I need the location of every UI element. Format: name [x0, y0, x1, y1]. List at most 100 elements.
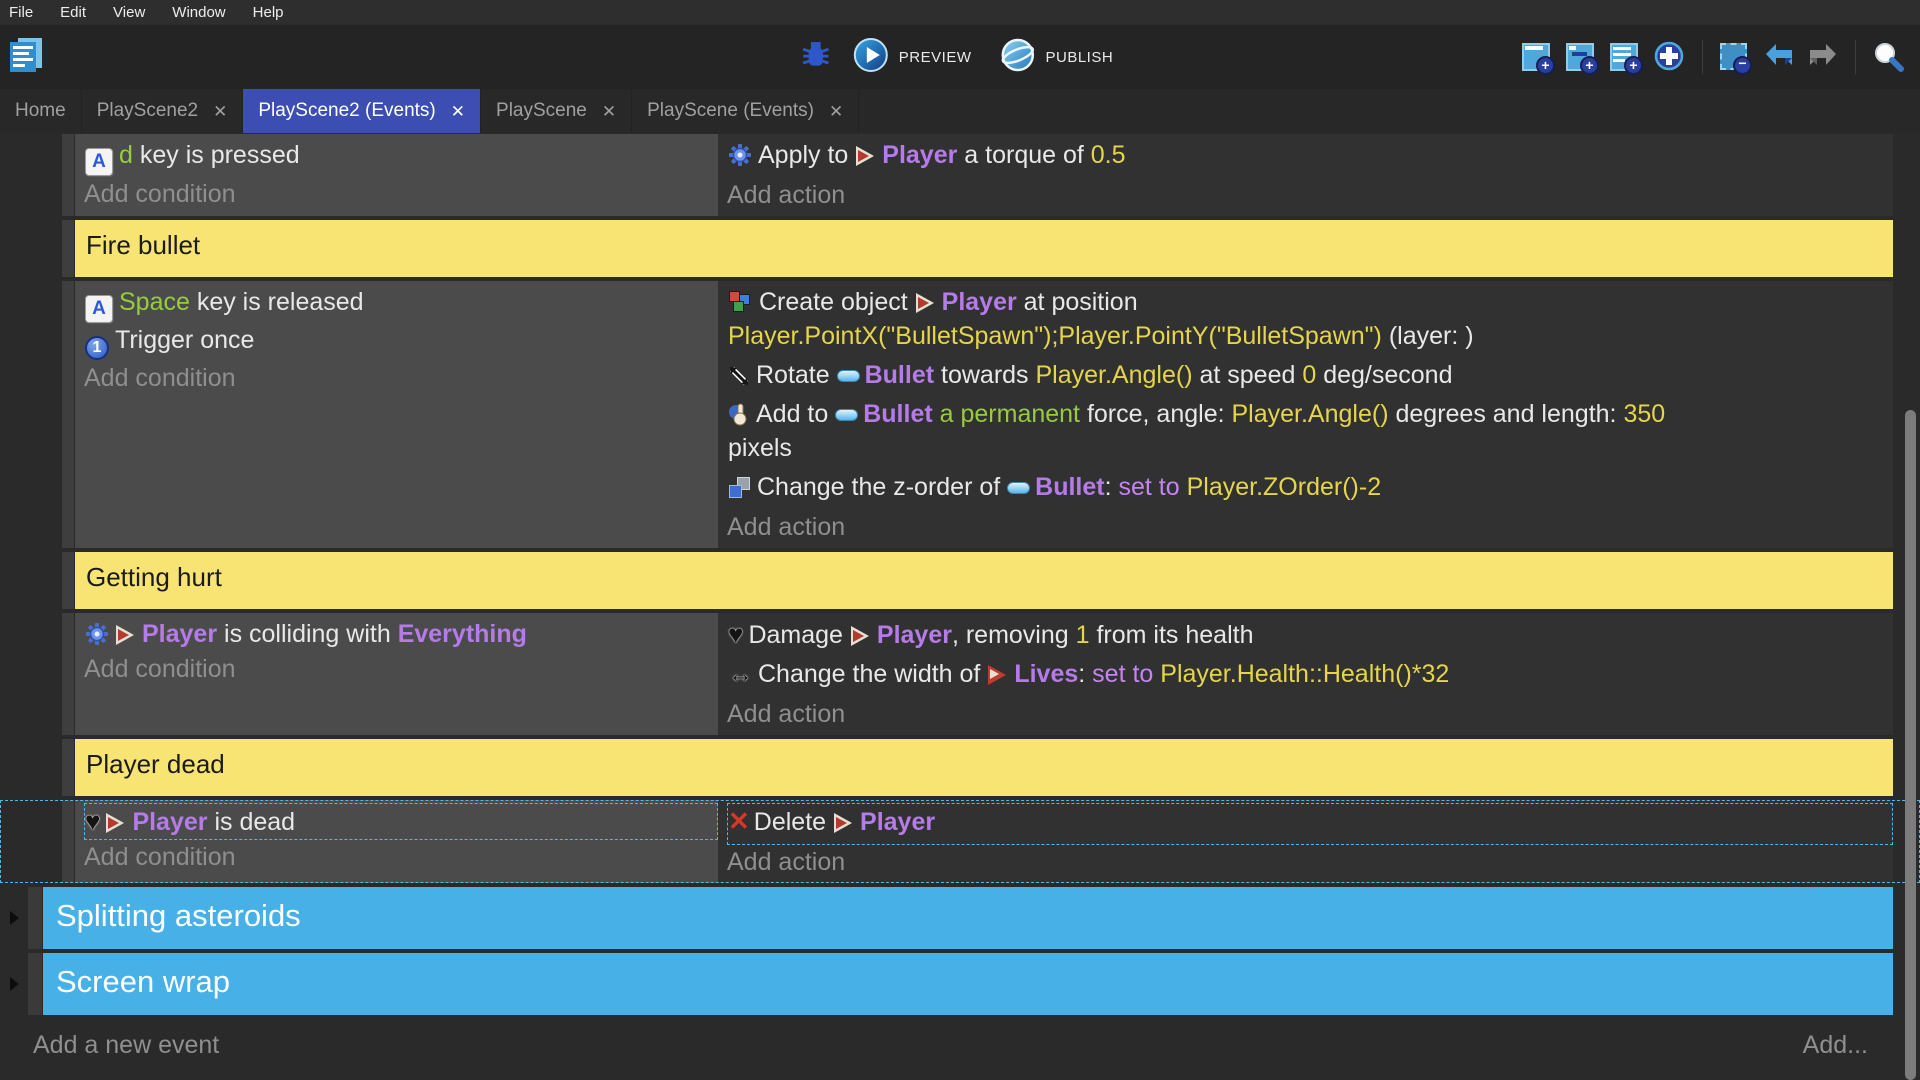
menu-file[interactable]: File — [9, 4, 33, 21]
action-line[interactable]: Add to Bullet a permanent force, angle: … — [728, 397, 1892, 431]
action-line[interactable]: Create object Player at position — [728, 285, 1892, 319]
group-event[interactable]: Screen wrap — [43, 953, 1893, 1015]
add-more-button[interactable] — [1654, 41, 1686, 73]
action-line[interactable]: ↔Change the width of Lives: set to Playe… — [728, 657, 1892, 691]
vertical-scrollbar-thumb[interactable] — [1905, 410, 1916, 1080]
search-icon — [1872, 60, 1904, 77]
comment-event[interactable]: Player dead — [75, 739, 1893, 796]
event-handle — [62, 800, 74, 883]
physics-gear-icon — [85, 622, 109, 646]
toolbar-separator — [1702, 40, 1703, 74]
event-handle — [28, 953, 42, 1015]
player-object-icon — [915, 292, 936, 314]
sheet-footer: Add a new event Add... — [0, 1019, 1920, 1060]
event-row: ASpace key is released1Trigger once Add … — [0, 281, 1920, 548]
condition-line[interactable]: ♥Player is dead — [85, 804, 717, 839]
close-icon[interactable]: ✕ — [451, 103, 465, 120]
event-handle — [62, 134, 74, 216]
menu-view[interactable]: View — [113, 4, 145, 21]
event-row: Player is colliding with Everything Add … — [0, 613, 1920, 735]
tab-label: PlayScene2 — [97, 100, 198, 122]
menu-help[interactable]: Help — [253, 4, 284, 21]
bullet-object-icon — [835, 409, 858, 421]
redo-button[interactable] — [1807, 41, 1839, 73]
trigger-once-icon: 1 — [85, 336, 109, 360]
comment-event[interactable]: Fire bullet — [75, 220, 1893, 277]
bullet-object-icon — [837, 370, 860, 382]
comment-row: Fire bullet — [0, 220, 1920, 277]
add-subevent-button[interactable]: + — [1566, 41, 1598, 73]
rotate-icon — [728, 365, 750, 387]
group-expand-arrow[interactable] — [10, 977, 19, 991]
action-line[interactable]: ♥Damage Player, removing 1 from its heal… — [728, 617, 1892, 652]
z-order-icon — [728, 476, 751, 499]
player-object-icon — [850, 625, 871, 647]
menu-window[interactable]: Window — [172, 4, 225, 21]
undo-icon — [1763, 60, 1795, 77]
publish-globe-icon — [999, 37, 1035, 77]
lives-object-icon — [987, 664, 1008, 686]
publish-button[interactable]: PUBLISH — [993, 36, 1119, 78]
actions-cell: ♥Damage Player, removing 1 from its heal… — [718, 613, 1893, 735]
tab-bar: Home PlayScene2 ✕ PlayScene2 (Events) ✕ … — [0, 89, 1920, 133]
comment-row: Player dead — [0, 739, 1920, 796]
search-button[interactable] — [1872, 41, 1904, 73]
event-handle — [28, 887, 42, 949]
tab-playscene2[interactable]: PlayScene2 ✕ — [82, 89, 244, 133]
event-row: Ad key is pressed Add condition Apply to… — [0, 134, 1920, 216]
close-icon[interactable]: ✕ — [213, 103, 227, 120]
tab-playscene-events[interactable]: PlayScene (Events) ✕ — [632, 89, 859, 133]
add-event-button[interactable]: + — [1522, 41, 1554, 73]
delete-cross-icon: ✕ — [728, 806, 750, 836]
add-comment-button[interactable]: + — [1610, 41, 1642, 73]
add-condition-link[interactable]: Add condition — [84, 840, 718, 874]
gdevelop-window: File Edit View Window Help — [0, 0, 1920, 1080]
add-new-event-link[interactable]: Add a new event — [33, 1031, 219, 1060]
action-line[interactable]: Change the z-order of Bullet: set to Pla… — [728, 470, 1892, 504]
add-condition-link[interactable]: Add condition — [84, 177, 718, 211]
health-heart-icon: ♥ — [728, 619, 743, 649]
tab-playscene2-events[interactable]: PlayScene2 (Events) ✕ — [243, 89, 481, 133]
add-more-link[interactable]: Add... — [1803, 1031, 1868, 1060]
redo-icon — [1807, 60, 1839, 77]
project-manager-icon[interactable] — [6, 35, 46, 80]
preview-button[interactable]: PREVIEW — [847, 36, 978, 78]
add-condition-link[interactable]: Add condition — [84, 652, 718, 686]
group-event[interactable]: Splitting asteroids — [43, 887, 1893, 949]
condition-line[interactable]: 1Trigger once — [85, 323, 717, 360]
tab-home[interactable]: Home — [0, 89, 82, 133]
action-line[interactable]: pixels — [728, 431, 1892, 465]
add-action-link[interactable]: Add action — [727, 178, 1893, 212]
condition-line[interactable]: ASpace key is released — [85, 285, 717, 323]
comment-event[interactable]: Getting hurt — [75, 552, 1893, 609]
conditions-cell: ♥Player is dead Add condition — [75, 800, 718, 883]
preview-play-icon — [853, 37, 889, 77]
group-row: Screen wrap — [0, 953, 1920, 1015]
event-handle — [62, 739, 74, 796]
publish-label: PUBLISH — [1045, 49, 1113, 66]
menu-edit[interactable]: Edit — [60, 4, 86, 21]
close-icon[interactable]: ✕ — [829, 103, 843, 120]
action-line[interactable]: Rotate Bullet towards Player.Angle() at … — [728, 358, 1892, 392]
preview-label: PREVIEW — [899, 49, 972, 66]
toolbar: PREVIEW PUBLISH + + + − — [0, 25, 1920, 89]
condition-line[interactable]: Ad key is pressed — [85, 138, 717, 176]
add-action-link[interactable]: Add action — [727, 510, 1893, 544]
actions-cell: Create object Player at positionPlayer.P… — [718, 281, 1893, 548]
action-line[interactable]: Player.PointX("BulletSpawn");Player.Poin… — [728, 319, 1892, 353]
event-handle — [62, 281, 74, 548]
undo-button[interactable] — [1763, 41, 1795, 73]
condition-line[interactable]: Player is colliding with Everything — [85, 617, 717, 651]
add-action-link[interactable]: Add action — [727, 845, 1893, 879]
delete-selection-button[interactable]: − — [1719, 41, 1751, 73]
add-action-link[interactable]: Add action — [727, 697, 1893, 731]
close-icon[interactable]: ✕ — [602, 103, 616, 120]
action-line[interactable]: Apply to Player a torque of 0.5 — [728, 138, 1892, 172]
tab-label: Home — [15, 100, 66, 122]
group-expand-arrow[interactable] — [10, 911, 19, 925]
action-line[interactable]: ✕Delete Player — [728, 804, 1892, 839]
debugger-icon[interactable] — [801, 40, 831, 75]
tab-label: PlayScene2 (Events) — [258, 100, 435, 122]
add-condition-link[interactable]: Add condition — [84, 361, 718, 395]
tab-playscene[interactable]: PlayScene ✕ — [481, 89, 632, 133]
